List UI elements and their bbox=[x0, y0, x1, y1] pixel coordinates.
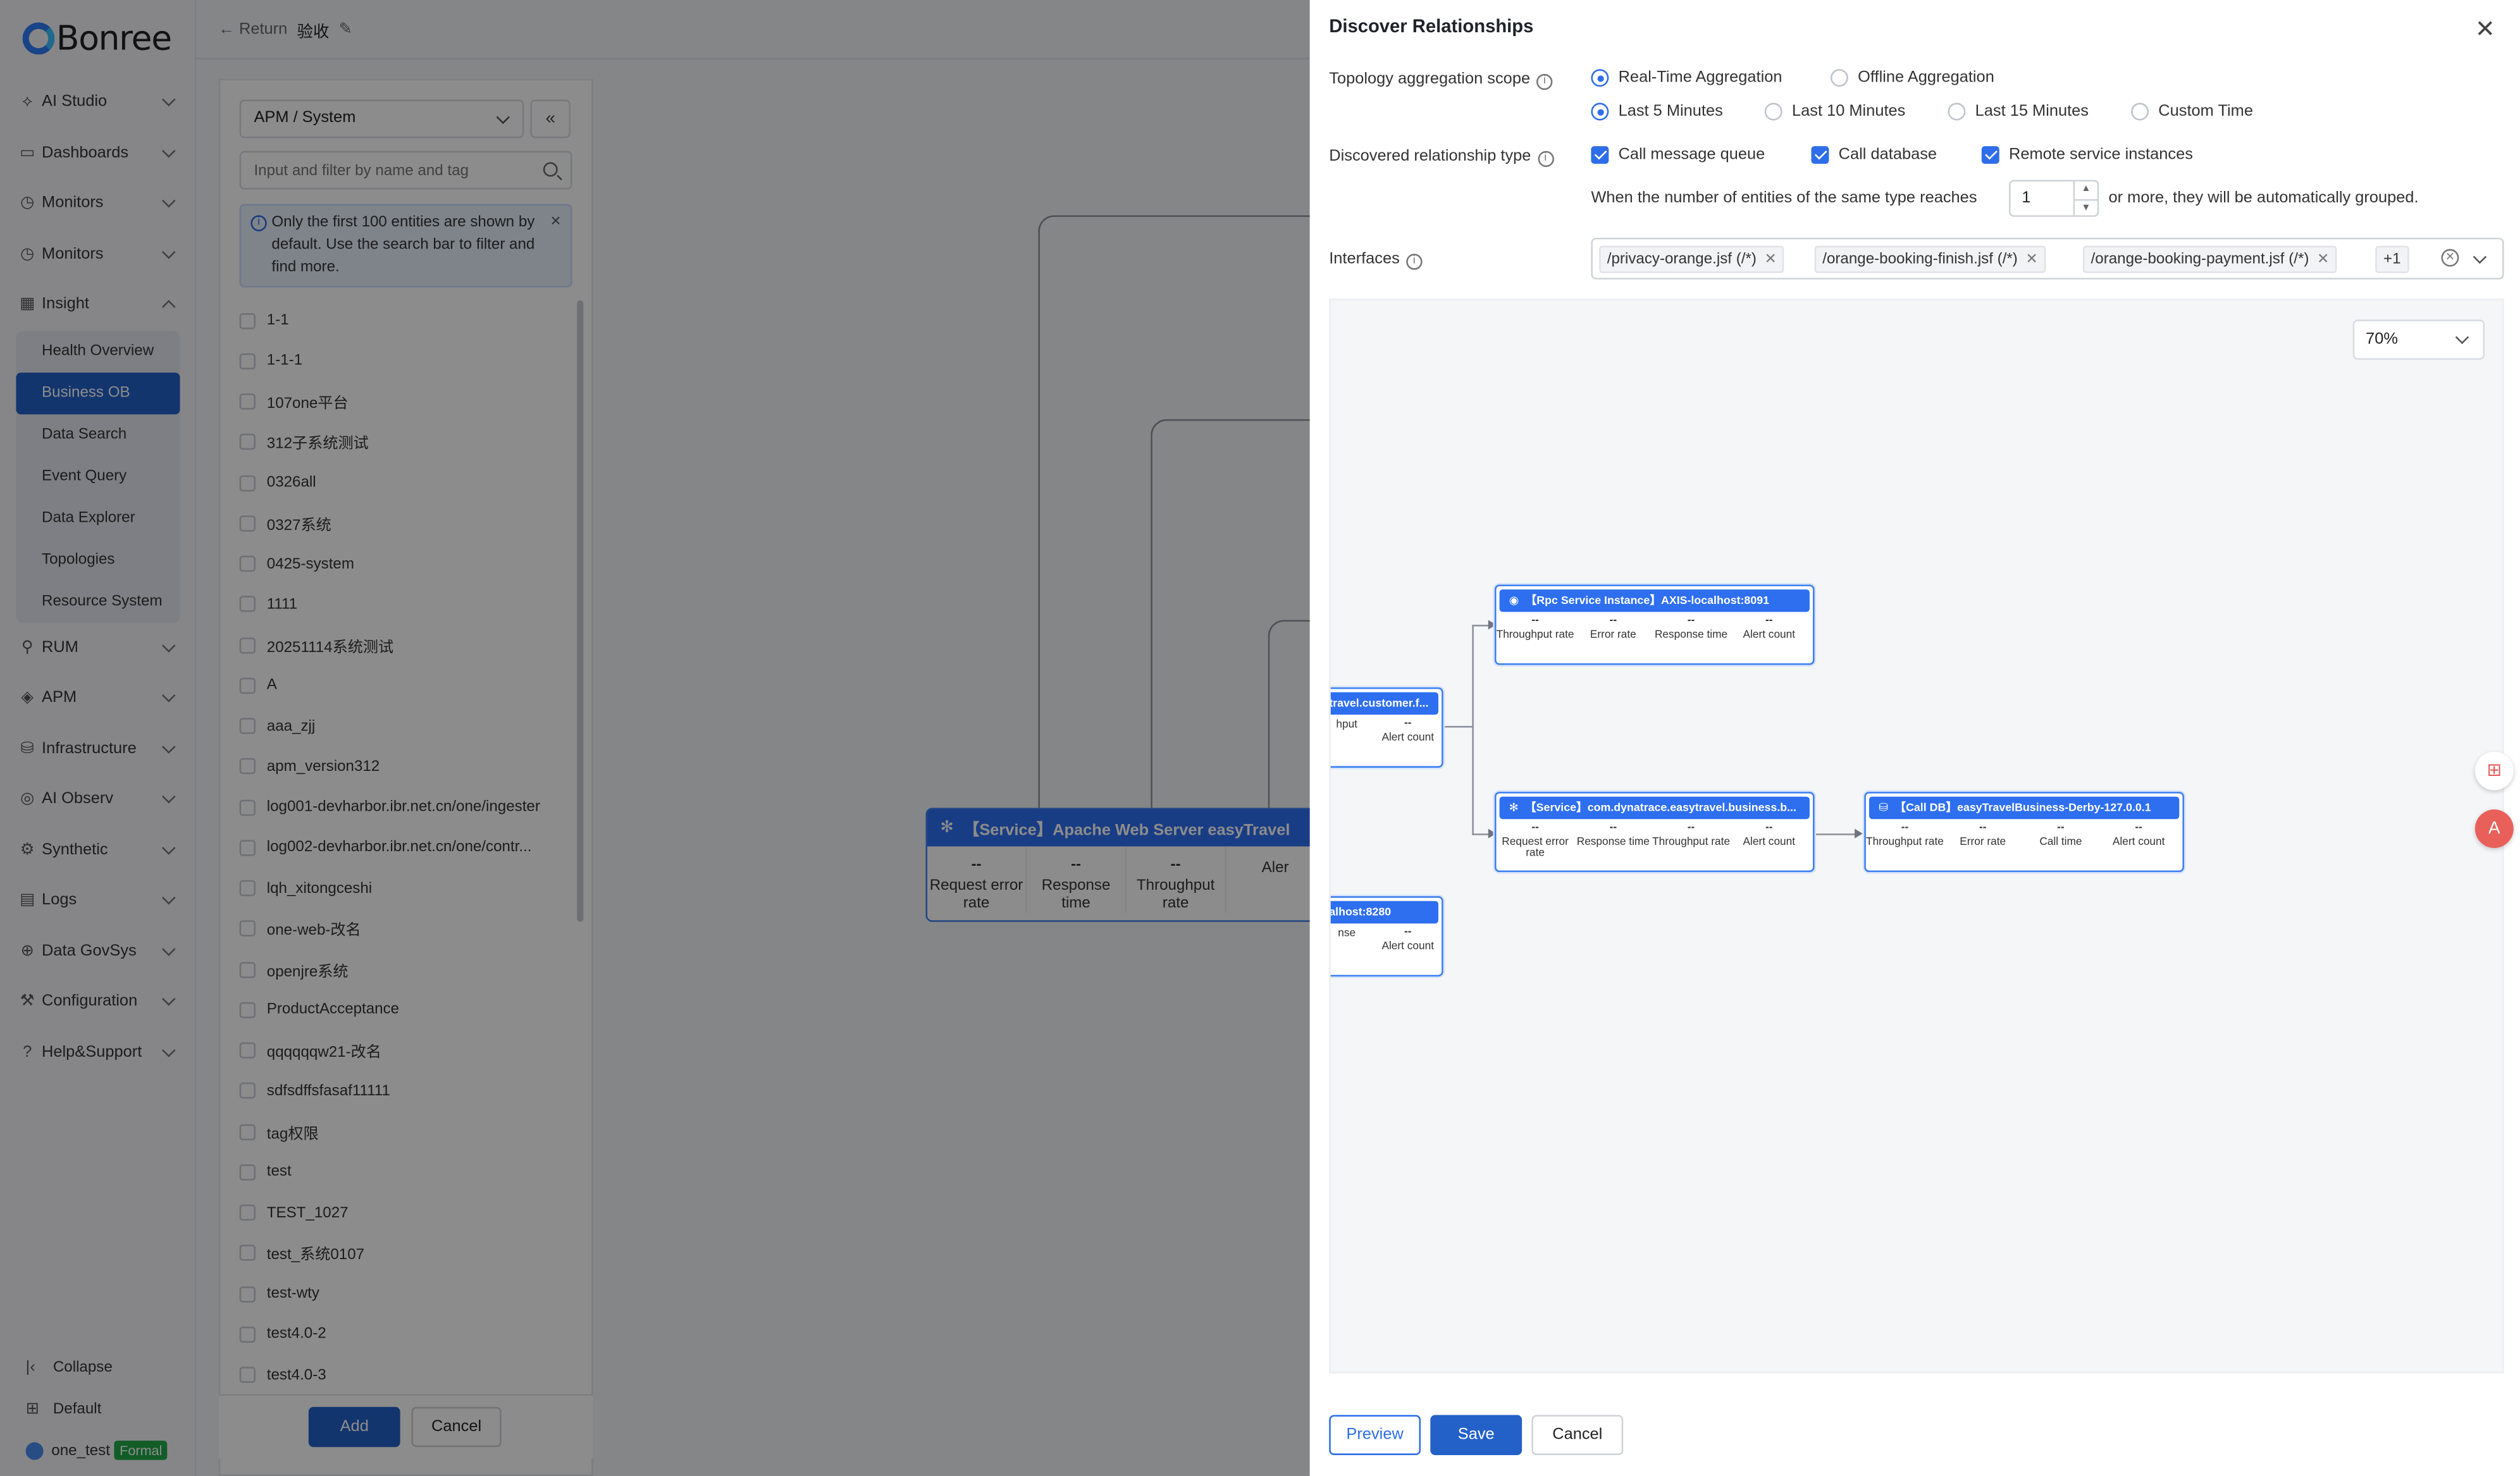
ai-assistant-icon[interactable]: ⊞ bbox=[2474, 751, 2514, 790]
metric-cell: -- Alert count bbox=[1381, 718, 1435, 743]
edge-arrow bbox=[1855, 828, 1863, 839]
relationship-checkbox-0[interactable]: Call message queue bbox=[1591, 146, 1765, 164]
metric-cell: -- Alert count bbox=[2112, 822, 2165, 847]
interfaces-select[interactable]: /privacy-orange.jsf (/*) ✕ /orange-bookin… bbox=[1591, 237, 2504, 280]
group-threshold-stepper[interactable]: 1 ▲ ▼ bbox=[2009, 180, 2099, 217]
metric-cell: -- Throughput rate bbox=[1652, 822, 1731, 847]
metric-cell: hput bbox=[1336, 719, 1357, 731]
interfaces-more-tag[interactable]: +1 bbox=[2375, 245, 2409, 273]
metric-cell: -- Alert count bbox=[1743, 822, 1796, 847]
metric-cell: -- Alert count bbox=[1743, 615, 1796, 641]
time-range-radio-3[interactable]: Custom Time bbox=[2131, 102, 2253, 121]
metric-cell: -- Alert count bbox=[1381, 926, 1435, 952]
metric-cell: -- Call time bbox=[2039, 822, 2082, 847]
node-title: travel.customer.f... bbox=[1329, 698, 1429, 710]
aggregation-radio-1[interactable]: Offline Aggregation bbox=[1830, 69, 1994, 87]
database-icon: ⛁ bbox=[1879, 803, 1889, 815]
time-range-radio-2[interactable]: Last 15 Minutes bbox=[1948, 102, 2089, 121]
metric-cell: nse bbox=[1338, 928, 1356, 940]
discover-relationships-drawer: Discover Relationships ✕ Topology aggreg… bbox=[1309, 0, 2520, 1476]
checkbox[interactable] bbox=[1591, 146, 1609, 164]
interface-tag: /privacy-orange.jsf (/*) ✕ bbox=[1599, 245, 1785, 273]
time-range-radio-0[interactable]: Last 5 Minutes bbox=[1591, 102, 1723, 121]
topology-edge bbox=[1443, 725, 1473, 728]
info-icon[interactable]: i bbox=[1536, 73, 1553, 90]
remove-tag-icon[interactable]: ✕ bbox=[2317, 250, 2329, 266]
topology-edge bbox=[1472, 624, 1474, 835]
translate-icon[interactable]: A bbox=[2474, 809, 2514, 848]
radio[interactable] bbox=[1830, 69, 1848, 87]
stepper-up-icon[interactable]: ▲ bbox=[2075, 181, 2097, 199]
metric-cell: -- Throughput rate bbox=[1866, 822, 1944, 847]
group-text-before: When the number of entities of the same … bbox=[1591, 189, 1977, 207]
node-title: 【Service】com.dynatrace.easytravel.busine… bbox=[1524, 803, 1796, 815]
chevron-down-icon bbox=[2455, 330, 2469, 345]
relationship-checkbox-1[interactable]: Call database bbox=[1811, 146, 1937, 164]
cancel-button[interactable]: Cancel bbox=[1531, 1415, 1624, 1455]
service-icon: ✻ bbox=[1509, 803, 1519, 815]
checkbox[interactable] bbox=[1811, 146, 1829, 164]
time-range-radio-1[interactable]: Last 10 Minutes bbox=[1764, 102, 1905, 121]
node-title: alhost:8280 bbox=[1329, 906, 1392, 918]
scope-label: Topology aggregation scope i bbox=[1329, 71, 1553, 90]
metric-cell: -- Response time bbox=[1576, 822, 1650, 847]
preview-button[interactable]: Preview bbox=[1329, 1415, 1421, 1455]
drawer-title: Discover Relationships bbox=[1329, 17, 1534, 37]
remove-tag-icon[interactable]: ✕ bbox=[2026, 250, 2038, 266]
remove-tag-icon[interactable]: ✕ bbox=[1765, 250, 1777, 266]
radio[interactable] bbox=[1948, 102, 1966, 121]
clear-icon[interactable]: ✕ bbox=[2441, 249, 2459, 267]
customer-node[interactable]: travel.customer.f... hput -- Alert count bbox=[1329, 687, 1443, 768]
stepper-down-icon[interactable]: ▼ bbox=[2075, 198, 2097, 216]
rpc-node[interactable]: ◉ 【Rpc Service Instance】AXIS-localhost:80… bbox=[1494, 584, 1815, 665]
metric-cell: -- Throughput rate bbox=[1496, 615, 1574, 641]
db-node[interactable]: ⛁ 【Call DB】easyTravelBusiness-Derby-127.0… bbox=[1864, 792, 2184, 873]
topology-edge bbox=[1813, 833, 1862, 835]
radio[interactable] bbox=[2131, 102, 2149, 121]
save-button[interactable]: Save bbox=[1430, 1415, 1522, 1455]
localhost-node[interactable]: alhost:8280 nse -- Alert count bbox=[1329, 896, 1443, 977]
node-title: 【Rpc Service Instance】AXIS-localhost:809… bbox=[1525, 596, 1770, 608]
interface-tag: /orange-booking-payment.jsf (/*) ✕ bbox=[2082, 245, 2337, 273]
zoom-select[interactable]: 70% bbox=[2352, 319, 2485, 360]
interface-tag: /orange-booking-finish.jsf (/*) ✕ bbox=[1814, 245, 2046, 273]
checkbox[interactable] bbox=[1981, 146, 1999, 164]
aggregation-radio-0[interactable]: Real-Time Aggregation bbox=[1591, 69, 1782, 87]
group-text-after: or more, they will be automatically grou… bbox=[2108, 189, 2419, 207]
radio[interactable] bbox=[1591, 69, 1609, 87]
rel-type-label: Discovered relationship type i bbox=[1329, 148, 1554, 168]
service-node[interactable]: ✻ 【Service】com.dynatrace.easytravel.busin… bbox=[1494, 792, 1815, 873]
modal-overlay[interactable] bbox=[0, 0, 1310, 1476]
radio[interactable] bbox=[1764, 102, 1782, 121]
rpc-icon: ◉ bbox=[1509, 596, 1519, 608]
radio[interactable] bbox=[1591, 102, 1609, 121]
close-icon[interactable]: ✕ bbox=[2475, 15, 2495, 43]
node-title: 【Call DB】easyTravelBusiness-Derby-127.0.… bbox=[1894, 803, 2151, 815]
metric-cell: -- Response time bbox=[1654, 615, 1728, 641]
interfaces-label: Interfaces i bbox=[1329, 250, 1423, 270]
info-icon[interactable]: i bbox=[1406, 254, 1423, 270]
info-icon[interactable]: i bbox=[1537, 151, 1554, 168]
metric-cell: -- Error rate bbox=[1590, 615, 1636, 641]
topology-preview[interactable]: 70% ◉ 【Rpc Service Instance】AXIS-localhos… bbox=[1329, 298, 2504, 1374]
metric-cell: -- Request error rate bbox=[1502, 822, 1569, 859]
relationship-checkbox-2[interactable]: Remote service instances bbox=[1981, 146, 2193, 164]
chevron-down-icon bbox=[2473, 250, 2487, 264]
metric-cell: -- Error rate bbox=[1960, 822, 2006, 847]
